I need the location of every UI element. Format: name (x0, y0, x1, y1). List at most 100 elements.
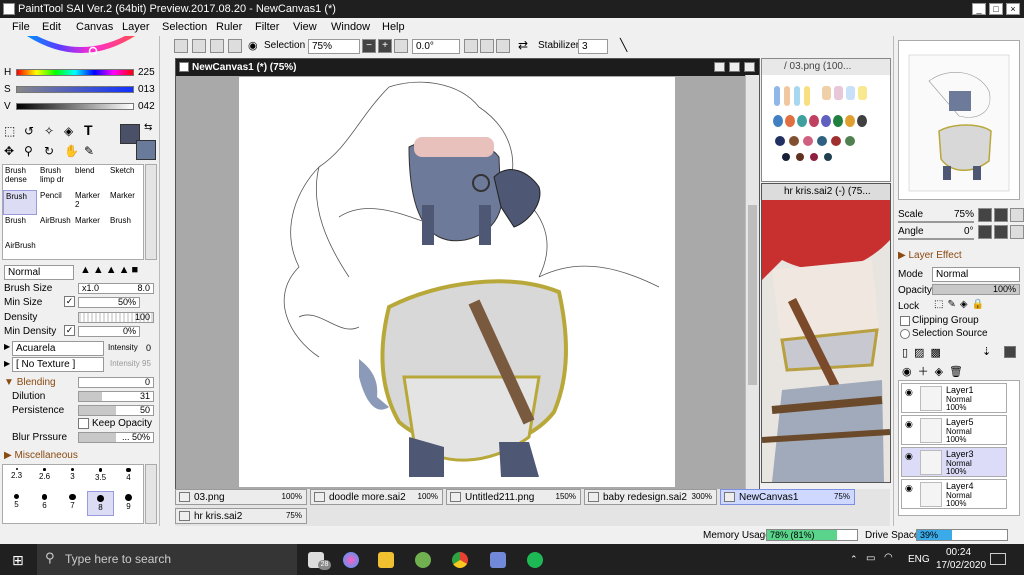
scale-slider[interactable] (898, 221, 974, 223)
discord-icon[interactable] (490, 552, 506, 568)
move-icon[interactable]: ✥ (4, 144, 14, 158)
layer-mode-select[interactable]: Normal (932, 267, 1020, 282)
menu-view[interactable]: View (293, 21, 317, 33)
tray-chevron-icon[interactable]: ⌃ (850, 554, 858, 565)
undo-button[interactable] (174, 39, 188, 53)
hand-icon[interactable]: ✋ (64, 144, 79, 158)
scale-reset-button[interactable] (1010, 208, 1024, 222)
menu-layer[interactable]: Layer (122, 21, 150, 33)
swap-colors-icon[interactable]: ⇆ (144, 122, 152, 133)
rotate-left-button[interactable] (464, 39, 478, 53)
magic-wand-icon[interactable]: ✧ (44, 124, 54, 138)
invert-selection-button[interactable] (228, 39, 242, 53)
menu-window[interactable]: Window (331, 21, 370, 33)
menu-edit[interactable]: Edit (42, 21, 61, 33)
opacity-slider[interactable]: 100% (932, 284, 1020, 295)
brush-size-preset[interactable]: 8 (87, 491, 114, 516)
rotate-right-button[interactable] (480, 39, 494, 53)
canvas-minimize-button[interactable] (714, 62, 725, 72)
maximize-button[interactable]: □ (989, 3, 1003, 15)
notification-icon[interactable] (990, 553, 1006, 565)
rect-select-icon[interactable]: ⬚ (4, 124, 15, 138)
eye-icon[interactable]: ◉ (248, 39, 258, 52)
brush-preset[interactable]: Brush limp dr (38, 165, 72, 190)
chrome-icon[interactable] (452, 552, 468, 568)
color-wheel[interactable] (25, 36, 137, 64)
paper-select[interactable]: Acuarela (12, 341, 104, 356)
layer-row[interactable]: ◉ Layer4 Normal 100% (901, 479, 1007, 509)
line-tool-icon[interactable]: ╲ (620, 38, 627, 52)
canvas-maximize-button[interactable] (729, 62, 740, 72)
brush-size-preset[interactable]: 5 (3, 491, 30, 516)
navigator-preview[interactable] (898, 40, 1020, 200)
language-indicator[interactable]: ENG (908, 554, 930, 565)
menu-filter[interactable]: Filter (255, 21, 279, 33)
brush-size-preset[interactable]: 2.3 (3, 465, 30, 490)
tab-baby-redesign[interactable]: baby redesign.sai2 300% (584, 489, 717, 505)
tab-untitled211[interactable]: Untitled211.png 150% (446, 489, 581, 505)
battery-icon[interactable]: ▭ (866, 553, 875, 564)
clipping-group-checkbox[interactable] (900, 316, 910, 326)
blending-slider[interactable]: 0 (78, 377, 154, 388)
scale-minus-button[interactable] (978, 208, 992, 222)
brush-size-preset[interactable]: 3.5 (87, 465, 114, 490)
drawing-canvas[interactable] (239, 77, 675, 487)
brush-preset[interactable]: Sketch (108, 165, 142, 190)
blending-section[interactable]: ▼ Blending (4, 377, 56, 388)
network-icon[interactable]: ◠ (884, 552, 893, 563)
layer-effect-section[interactable]: ▶ Layer Effect (898, 250, 962, 261)
min-size-checkbox[interactable]: ✓ (64, 296, 75, 307)
rotate-reset-button[interactable] (496, 39, 510, 53)
layer-visibility-icon[interactable]: ◉ (905, 451, 913, 462)
blend-mode-select[interactable]: Normal (4, 265, 74, 280)
brush-preset[interactable] (108, 240, 142, 265)
misc-section[interactable]: ▶ Miscellaneous (4, 450, 78, 461)
clock-date[interactable]: 17/02/2020 (936, 560, 986, 571)
min-density-slider[interactable]: 0% (78, 326, 140, 337)
canvas-vertical-scrollbar[interactable] (745, 75, 759, 489)
angle-ccw-button[interactable] (978, 225, 992, 239)
lock-icons[interactable]: ⬚✎◈🔒 (934, 299, 988, 310)
angle-slider[interactable] (898, 238, 974, 240)
saturation-slider[interactable] (16, 86, 134, 93)
flip-icon[interactable]: ⇄ (518, 38, 528, 52)
layer-buttons-row1[interactable]: ▯▨▩ (902, 346, 947, 359)
zoom-icon[interactable]: ⚲ (24, 144, 33, 158)
lasso-icon[interactable]: ↺ (24, 124, 34, 138)
menu-selection[interactable]: Selection (162, 21, 207, 33)
tab-hr-kris[interactable]: hr kris.sai2 75% (175, 508, 307, 524)
dilution-slider[interactable]: 31 (78, 391, 154, 402)
app-icon-colorful[interactable] (343, 552, 359, 568)
canvas-close-button[interactable] (744, 62, 755, 72)
menu-canvas[interactable]: Canvas (76, 21, 113, 33)
brush-preset[interactable]: Marker 2 (73, 190, 107, 215)
layer-option-button[interactable] (1004, 346, 1016, 358)
keep-opacity-checkbox[interactable] (78, 418, 89, 429)
brush-preset[interactable]: Pencil (38, 190, 72, 215)
rotate-icon[interactable]: ↻ (44, 144, 54, 158)
texture-select[interactable]: [ No Texture ] (12, 357, 104, 372)
blur-pressure-slider[interactable]: ... 50% (78, 432, 154, 443)
brush-size-preset[interactable]: 4 (115, 465, 142, 490)
layer-visibility-icon[interactable]: ◉ (905, 483, 913, 494)
brush-size-preset[interactable]: 3 (59, 465, 86, 490)
brush-preset[interactable]: blend (73, 165, 107, 190)
persistence-slider[interactable]: 50 (78, 405, 154, 416)
brush-preset[interactable] (38, 240, 72, 265)
layer-visibility-icon[interactable]: ◉ (905, 387, 913, 398)
angle-cw-button[interactable] (994, 225, 1008, 239)
bucket-icon[interactable]: ◈ (64, 124, 73, 138)
layer-row[interactable]: ◉ Layer3 Normal 100% (901, 447, 1007, 477)
brush-preset[interactable]: Marker (73, 215, 107, 240)
brush-shape-icons[interactable]: ▲▲▲▲■ (80, 264, 140, 276)
minimize-button[interactable]: _ (972, 3, 986, 15)
brush-preset[interactable] (73, 240, 107, 265)
value-slider[interactable] (16, 103, 134, 110)
tab-doodle-more[interactable]: doodle more.sai2 100% (310, 489, 443, 505)
brush-preset[interactable]: AirBrush (38, 215, 72, 240)
min-size-slider[interactable]: 50% (78, 297, 140, 308)
windows-start-icon[interactable]: ⊞ (12, 552, 24, 569)
brush-preset[interactable]: Brush (3, 190, 37, 215)
secondary-color-swatch[interactable] (136, 140, 156, 160)
layer-visibility-icon[interactable]: ◉ (905, 419, 913, 430)
